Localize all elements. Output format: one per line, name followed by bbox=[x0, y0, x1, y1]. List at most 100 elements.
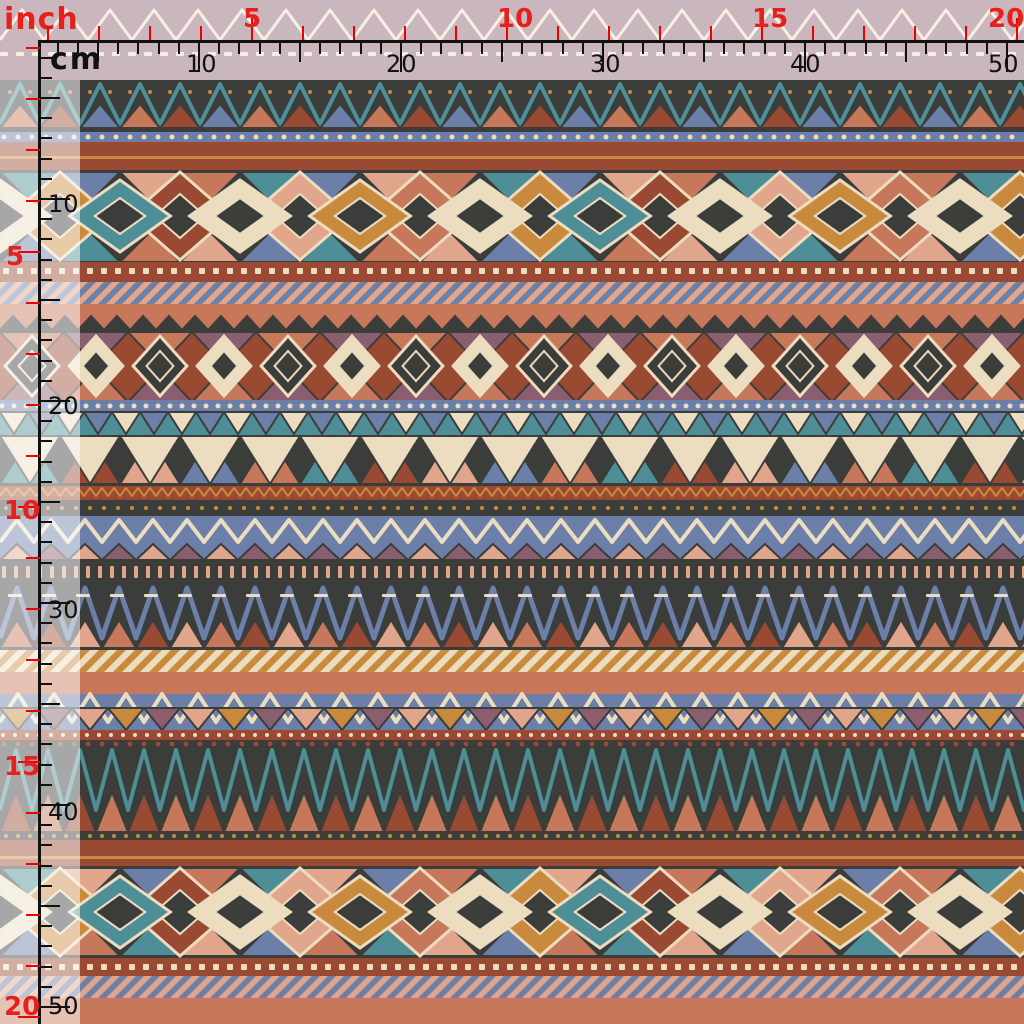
top-cm-tick bbox=[723, 42, 725, 54]
top-inch-label-10: 10 bbox=[497, 4, 534, 34]
top-cm-tick bbox=[541, 42, 543, 54]
left-cm-tick bbox=[40, 986, 52, 988]
left-cm-tick bbox=[40, 319, 52, 321]
left-inch-label-15: 15 bbox=[4, 752, 41, 782]
left-cm-tick bbox=[40, 764, 52, 766]
left-cm-tick bbox=[40, 158, 52, 160]
left-inch-label-20: 20 bbox=[4, 992, 41, 1022]
top-cm-tick bbox=[966, 42, 968, 54]
top-cm-tick bbox=[784, 42, 786, 54]
left-cm-tick bbox=[40, 925, 52, 927]
left-cm-tick bbox=[40, 420, 52, 422]
top-cm-tick bbox=[642, 42, 644, 54]
left-inch-tick bbox=[26, 455, 40, 457]
top-cm-tick bbox=[703, 42, 705, 62]
left-inch-tick bbox=[26, 557, 40, 559]
top-cm-tick bbox=[77, 42, 79, 54]
left-cm-tick bbox=[40, 57, 52, 59]
top-inch-tick bbox=[404, 26, 406, 40]
left-cm-tick bbox=[40, 259, 52, 261]
left-inch-tick bbox=[26, 149, 40, 151]
left-cm-tick bbox=[40, 683, 52, 685]
top-cm-tick bbox=[259, 42, 261, 54]
top-cm-tick bbox=[57, 42, 59, 54]
left-cm-tick bbox=[40, 562, 52, 564]
top-cm-tick bbox=[178, 42, 180, 54]
top-cm-tick bbox=[622, 42, 624, 54]
top-cm-tick bbox=[97, 42, 99, 62]
top-inch-tick bbox=[659, 26, 661, 40]
left-inch-tick bbox=[26, 200, 40, 202]
left-inch-tick bbox=[26, 47, 40, 49]
left-cm-tick bbox=[40, 521, 52, 523]
left-inch-tick bbox=[26, 98, 40, 100]
top-cm-label-20: 20 bbox=[386, 50, 417, 78]
tribal-pattern-fabric bbox=[0, 0, 1024, 1024]
left-inch-tick bbox=[26, 404, 40, 406]
left-cm-tick bbox=[40, 663, 52, 665]
top-inch-tick bbox=[710, 26, 712, 40]
top-inch-tick bbox=[200, 26, 202, 40]
left-inch-tick bbox=[26, 812, 40, 814]
top-cm-tick bbox=[137, 42, 139, 54]
left-cm-label-30: 30 bbox=[48, 596, 79, 624]
left-cm-tick bbox=[40, 865, 52, 867]
top-cm-label-30: 30 bbox=[590, 50, 621, 78]
left-cm-tick bbox=[40, 905, 60, 907]
top-inch-label-20: 20 bbox=[988, 4, 1024, 34]
top-cm-tick bbox=[562, 42, 564, 54]
left-inch-label-10: 10 bbox=[4, 496, 41, 526]
top-inch-tick bbox=[557, 26, 559, 40]
left-cm-tick bbox=[40, 440, 52, 442]
left-inch-tick bbox=[26, 965, 40, 967]
top-inch-tick bbox=[47, 26, 49, 40]
left-inch-label-5: 5 bbox=[6, 242, 25, 272]
left-cm-tick bbox=[40, 966, 52, 968]
left-cm-tick bbox=[40, 945, 52, 947]
left-cm-label-40: 40 bbox=[48, 798, 79, 826]
top-cm-label-10: 10 bbox=[186, 50, 217, 78]
top-inch-tick bbox=[965, 26, 967, 40]
left-cm-tick bbox=[40, 642, 52, 644]
top-inch-tick bbox=[812, 26, 814, 40]
top-cm-tick bbox=[824, 42, 826, 54]
left-cm-tick bbox=[40, 360, 52, 362]
left-ruler-line bbox=[38, 40, 41, 1024]
top-inch-tick bbox=[149, 26, 151, 40]
top-cm-tick bbox=[279, 42, 281, 54]
left-cm-tick bbox=[40, 844, 52, 846]
top-cm-tick bbox=[683, 42, 685, 54]
top-cm-tick bbox=[905, 42, 907, 62]
top-cm-label-50: 50 bbox=[988, 50, 1019, 78]
top-inch-tick bbox=[608, 26, 610, 40]
top-cm-tick bbox=[865, 42, 867, 54]
top-cm-tick bbox=[339, 42, 341, 54]
left-cm-tick bbox=[40, 743, 52, 745]
left-cm-tick bbox=[40, 238, 52, 240]
top-cm-tick bbox=[885, 42, 887, 54]
left-cm-tick bbox=[40, 299, 60, 301]
top-ruler-line bbox=[38, 40, 1024, 43]
top-cm-tick bbox=[158, 42, 160, 54]
left-cm-tick bbox=[40, 541, 52, 543]
left-cm-tick bbox=[40, 218, 52, 220]
top-cm-tick bbox=[945, 42, 947, 54]
left-cm-tick bbox=[40, 885, 52, 887]
left-cm-tick bbox=[40, 703, 60, 705]
top-cm-tick bbox=[117, 42, 119, 54]
left-cm-tick bbox=[40, 501, 60, 503]
top-cm-tick bbox=[764, 42, 766, 54]
top-cm-tick bbox=[299, 42, 301, 62]
top-cm-tick bbox=[481, 42, 483, 54]
top-inch-tick bbox=[98, 26, 100, 40]
top-cm-tick bbox=[925, 42, 927, 54]
top-cm-tick bbox=[319, 42, 321, 54]
left-cm-label-10: 10 bbox=[48, 190, 79, 218]
left-cm-tick bbox=[40, 117, 52, 119]
left-inch-tick bbox=[26, 710, 40, 712]
fabric-swatch-view: inch cm 5 10 15 20 10 20 30 40 50 5 10 1… bbox=[0, 0, 1024, 1024]
top-cm-tick bbox=[663, 42, 665, 54]
top-inch-label-5: 5 bbox=[243, 4, 262, 34]
left-inch-tick bbox=[26, 302, 40, 304]
left-cm-tick bbox=[40, 784, 52, 786]
